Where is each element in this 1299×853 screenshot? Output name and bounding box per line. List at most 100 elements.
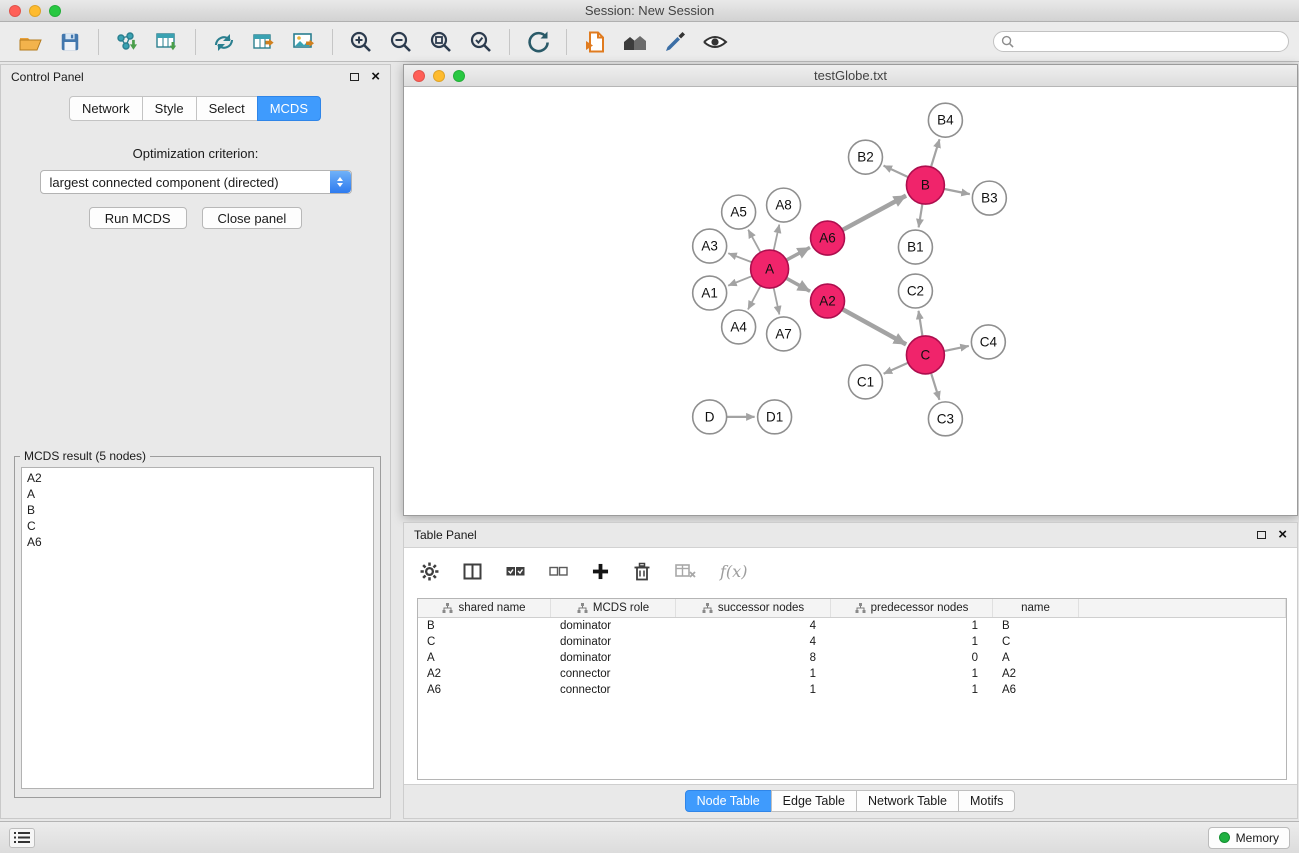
show-all-networks-button[interactable] xyxy=(618,27,652,57)
table-row[interactable]: Cdominator41C xyxy=(418,634,1286,650)
mcds-result-item[interactable]: A2 xyxy=(27,470,368,486)
search-box[interactable] xyxy=(993,31,1289,52)
svg-text:A5: A5 xyxy=(730,205,746,220)
zoom-window-button[interactable] xyxy=(49,5,61,17)
minimize-window-button[interactable] xyxy=(29,5,41,17)
network-minimize-button[interactable] xyxy=(433,70,445,82)
network-zoom-button[interactable] xyxy=(453,70,465,82)
graph-node-C1[interactable]: C1 xyxy=(849,365,883,399)
tab-network[interactable]: Network xyxy=(69,96,143,121)
graph-node-B4[interactable]: B4 xyxy=(928,103,962,137)
close-window-button[interactable] xyxy=(9,5,21,17)
graph-node-D1[interactable]: D1 xyxy=(758,400,792,434)
tab-select[interactable]: Select xyxy=(196,96,258,121)
memory-button[interactable]: Memory xyxy=(1208,827,1290,849)
graph-node-C3[interactable]: C3 xyxy=(928,402,962,436)
graph-node-B1[interactable]: B1 xyxy=(898,230,932,264)
select-all-button[interactable] xyxy=(506,565,525,578)
export-image-button[interactable] xyxy=(287,27,321,57)
mcds-result-item[interactable]: A xyxy=(27,486,368,502)
column-header-name[interactable]: name xyxy=(993,599,1079,617)
mcds-result-item[interactable]: A6 xyxy=(27,534,368,550)
column-header-mcds-role[interactable]: MCDS role xyxy=(551,599,676,617)
graph-node-C[interactable]: C xyxy=(906,336,944,374)
graph-node-C2[interactable]: C2 xyxy=(898,274,932,308)
zoom-out-button[interactable] xyxy=(384,27,418,57)
table-cell: dominator xyxy=(551,634,676,650)
table-cell: dominator xyxy=(551,650,676,666)
show-hide-button[interactable] xyxy=(698,27,732,57)
graph-node-A2[interactable]: A2 xyxy=(811,284,845,318)
graph-node-A6[interactable]: A6 xyxy=(811,221,845,255)
mcds-result-item[interactable]: B xyxy=(27,502,368,518)
graph-node-A[interactable]: A xyxy=(751,250,789,288)
graph-node-A5[interactable]: A5 xyxy=(722,195,756,229)
task-history-button[interactable] xyxy=(9,828,35,848)
graph-node-A4[interactable]: A4 xyxy=(722,310,756,344)
open-session-button[interactable] xyxy=(13,27,47,57)
delete-table-button[interactable] xyxy=(675,563,696,579)
apply-layout-button[interactable] xyxy=(521,27,555,57)
zoom-fit-button[interactable] xyxy=(424,27,458,57)
table-header-row: shared name MCDS role successor nodes pr… xyxy=(418,599,1286,618)
mcds-result-item[interactable]: C xyxy=(27,518,368,534)
graph-node-B2[interactable]: B2 xyxy=(849,140,883,174)
column-header-successor-nodes[interactable]: successor nodes xyxy=(676,599,831,617)
float-table-panel-icon[interactable] xyxy=(1257,531,1266,539)
run-mcds-button[interactable]: Run MCDS xyxy=(89,207,187,229)
svg-text:D1: D1 xyxy=(766,409,783,424)
close-panel-icon[interactable]: × xyxy=(371,72,380,82)
import-network-button[interactable] xyxy=(110,27,144,57)
close-table-panel-icon[interactable]: × xyxy=(1278,530,1287,540)
zoom-in-button[interactable] xyxy=(344,27,378,57)
float-panel-icon[interactable] xyxy=(350,73,359,81)
network-graph[interactable]: B4 B2 B B3 A5 A8 A6 B1 A3 A C2 A1 A2 A4 A7 C4 C C1 C3 D D1 xyxy=(404,87,1297,515)
export-table-button[interactable] xyxy=(247,27,281,57)
table-panel-title: Table Panel xyxy=(414,528,477,542)
zoom-selected-button[interactable] xyxy=(464,27,498,57)
table-row[interactable]: Bdominator41B xyxy=(418,618,1286,634)
tab-network-table[interactable]: Network Table xyxy=(856,790,959,812)
show-columns-button[interactable] xyxy=(463,563,482,580)
function-builder-button[interactable]: f(x) xyxy=(720,562,747,581)
graph-node-A7[interactable]: A7 xyxy=(767,317,801,351)
graph-node-A8[interactable]: A8 xyxy=(767,188,801,222)
tab-motifs[interactable]: Motifs xyxy=(958,790,1015,812)
zoom-in-icon xyxy=(348,29,374,55)
search-input[interactable] xyxy=(1019,35,1281,49)
open-document-button[interactable] xyxy=(578,27,612,57)
network-canvas[interactable]: B4 B2 B B3 A5 A8 A6 B1 A3 A C2 A1 A2 A4 A7 C4 C C1 C3 D D1 xyxy=(404,87,1297,515)
column-header-predecessor-nodes[interactable]: predecessor nodes xyxy=(831,599,993,617)
svg-text:A6: A6 xyxy=(819,231,835,246)
graph-node-A1[interactable]: A1 xyxy=(693,276,727,310)
save-session-button[interactable] xyxy=(53,27,87,57)
table-cell: 8 xyxy=(676,650,831,666)
table-row[interactable]: Adominator80A xyxy=(418,650,1286,666)
criterion-dropdown[interactable]: largest connected component (directed) xyxy=(40,170,352,194)
graph-node-B3[interactable]: B3 xyxy=(972,181,1006,215)
paint-style-button[interactable] xyxy=(658,27,692,57)
table-settings-button[interactable] xyxy=(420,562,439,581)
graph-node-D[interactable]: D xyxy=(693,400,727,434)
network-tools-button[interactable] xyxy=(207,27,241,57)
close-panel-button[interactable]: Close panel xyxy=(202,207,303,229)
import-table-button[interactable] xyxy=(150,27,184,57)
tab-edge-table[interactable]: Edge Table xyxy=(771,790,857,812)
graph-node-B[interactable]: B xyxy=(906,166,944,204)
table-row[interactable]: A2connector11A2 xyxy=(418,666,1286,682)
delete-column-button[interactable] xyxy=(633,562,651,581)
add-column-button[interactable] xyxy=(592,563,609,580)
deselect-all-button[interactable] xyxy=(549,565,568,578)
network-close-button[interactable] xyxy=(413,70,425,82)
table-row[interactable]: A6connector11A6 xyxy=(418,682,1286,698)
control-panel-tabs: Network Style Select MCDS xyxy=(1,96,390,121)
tab-node-table[interactable]: Node Table xyxy=(685,790,772,812)
graph-node-C4[interactable]: C4 xyxy=(971,325,1005,359)
column-header-shared-name[interactable]: shared name xyxy=(418,599,551,617)
memory-label: Memory xyxy=(1236,831,1279,845)
tab-mcds[interactable]: MCDS xyxy=(257,96,321,121)
graph-node-A3[interactable]: A3 xyxy=(693,229,727,263)
tab-style[interactable]: Style xyxy=(142,96,197,121)
network-window-title: testGlobe.txt xyxy=(404,68,1297,83)
network-view-window: testGlobe.txt B4 B2 B B3 A5 A8 A6 B1 A3 A C2 A1 A2 A4… xyxy=(403,64,1298,516)
